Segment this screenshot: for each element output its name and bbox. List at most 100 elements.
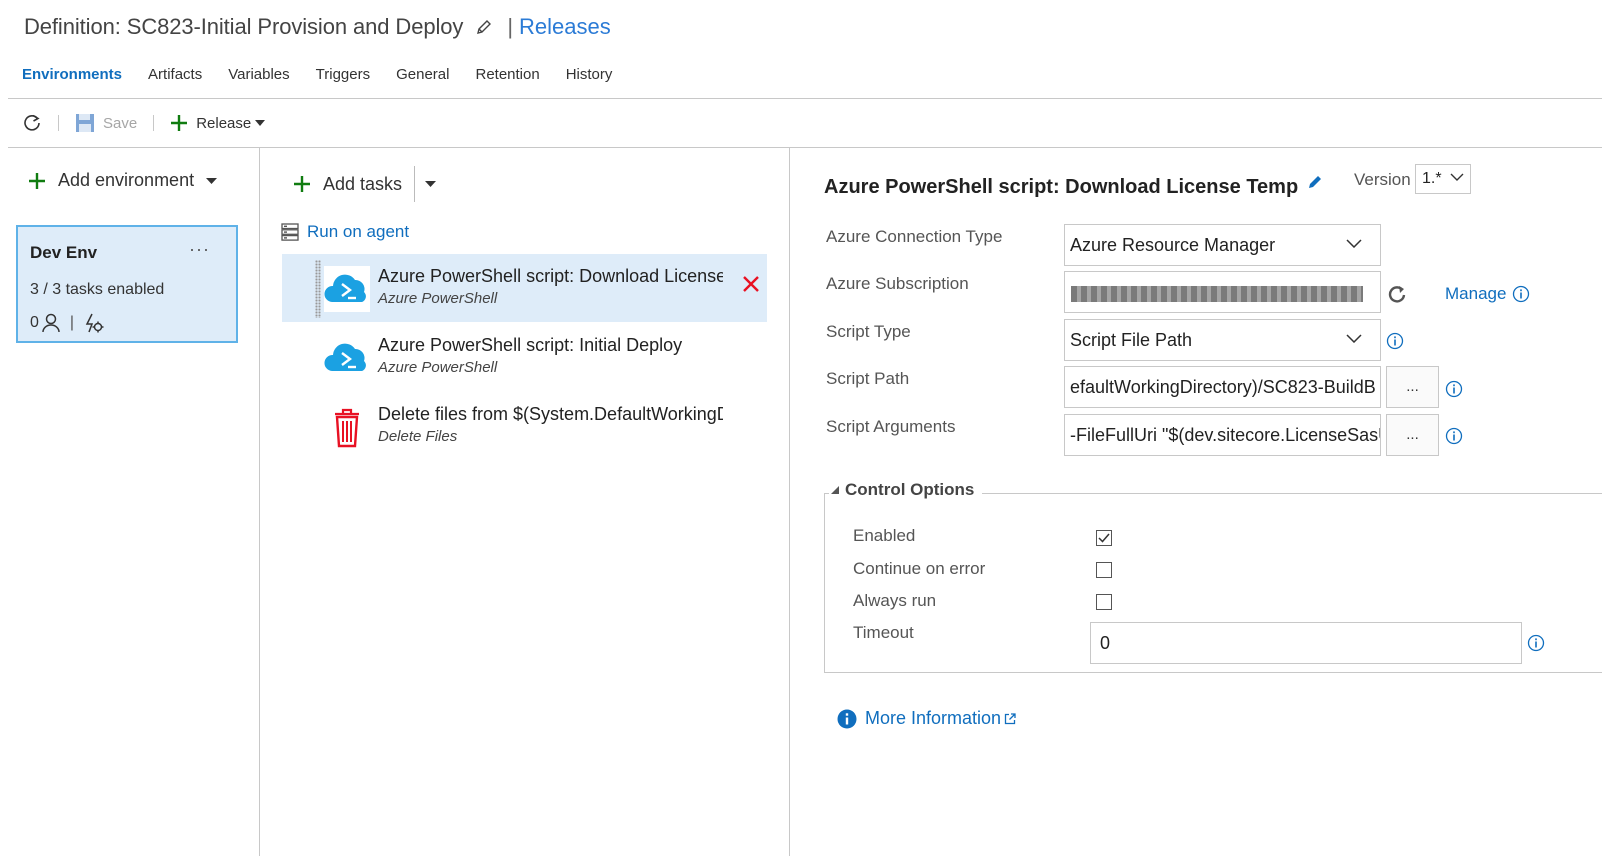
toolbar-separator [58, 115, 59, 131]
add-tasks-separator [414, 166, 416, 202]
environment-name: Dev Env [30, 243, 98, 262]
server-icon [281, 223, 299, 241]
plus-icon [171, 115, 188, 131]
always-run-checkbox[interactable] [1096, 594, 1112, 610]
script-arguments-value: -FileFullUri "$(dev.sitecore.LicenseSasU [1070, 425, 1381, 445]
connection-type-select[interactable]: Azure Resource Manager [1064, 224, 1381, 266]
add-environment-label: Add environment [58, 170, 195, 190]
task-item[interactable]: Azure PowerShell script: Initial Deploy … [282, 323, 767, 391]
plus-icon [294, 176, 310, 192]
azure-powershell-icon [324, 266, 370, 312]
tab-environments[interactable]: Environments [22, 66, 122, 83]
definition-header: Definition: SC823-Initial Provision and … [24, 12, 611, 42]
approvers-count: 0 [30, 314, 39, 331]
control-options-title: Control Options [845, 480, 975, 499]
refresh-button[interactable] [22, 113, 42, 133]
info-icon[interactable] [1386, 332, 1404, 350]
releases-link[interactable]: Releases [519, 14, 611, 40]
add-tasks-button[interactable]: Add tasks [293, 166, 437, 202]
continue-on-error-label: Continue on error [853, 559, 986, 578]
connection-type-label: Azure Connection Type [826, 227, 1003, 246]
definition-title: Definition: SC823-Initial Provision and … [24, 14, 464, 39]
rename-pencil-icon[interactable] [475, 18, 493, 36]
tab-general[interactable]: General [396, 66, 449, 83]
caret-down-icon [206, 177, 218, 184]
run-on-agent-label: Run on agent [307, 222, 410, 241]
save-label: Save [103, 114, 138, 132]
release-label: Release [196, 114, 252, 132]
checkmark-icon [1098, 533, 1110, 543]
task-type: Azure PowerShell [378, 359, 498, 376]
task-type: Delete Files [378, 428, 458, 445]
script-type-select[interactable]: Script File Path [1064, 319, 1381, 361]
environment-menu-icon[interactable]: ··· [189, 239, 210, 260]
environments-panel: Add environment Dev Env ··· 3 / 3 tasks … [8, 148, 260, 856]
always-run-label: Always run [853, 591, 937, 610]
timeout-label: Timeout [853, 623, 914, 642]
manage-label: Manage [1445, 284, 1507, 303]
tab-variables[interactable]: Variables [228, 66, 289, 83]
version-select[interactable]: 1.* [1415, 164, 1471, 194]
toolbar: Save Release [22, 108, 266, 138]
tab-history[interactable]: History [566, 66, 613, 83]
deployment-conditions-icon[interactable] [84, 313, 104, 333]
script-path-input[interactable]: efaultWorkingDirectory)/SC823-BuildB [1064, 366, 1381, 408]
enabled-label: Enabled [853, 526, 916, 545]
task-item[interactable]: Azure PowerShell script: Download Licens… [282, 254, 767, 322]
task-item[interactable]: Delete files from $(System.DefaultWorkin… [282, 392, 767, 460]
refresh-icon [24, 114, 40, 131]
collapse-triangle-icon [831, 486, 839, 494]
caret-down-icon [255, 120, 266, 126]
task-name: Delete files from $(System.DefaultWorkin… [378, 404, 723, 424]
subscription-select[interactable] [1064, 271, 1381, 313]
tab-triggers[interactable]: Triggers [316, 66, 370, 83]
task-name: Azure PowerShell script: Download Licens… [378, 266, 723, 286]
drag-handle[interactable] [315, 260, 321, 318]
task-detail-title-row: Azure PowerShell script: Download Licens… [824, 173, 1324, 199]
refresh-icon[interactable] [1387, 284, 1407, 304]
edit-title-icon[interactable] [1306, 173, 1324, 191]
environment-card-dev-env[interactable]: Dev Env ··· 3 / 3 tasks enabled 0 | [16, 225, 238, 343]
redacted-subscription [1071, 286, 1363, 302]
enabled-checkbox[interactable] [1096, 530, 1112, 546]
release-button[interactable]: Release [170, 114, 266, 132]
plus-icon [29, 172, 45, 189]
more-information-link[interactable]: More Information [837, 708, 1016, 729]
control-options-toggle[interactable]: Control Options [829, 480, 983, 500]
script-arguments-input[interactable]: -FileFullUri "$(dev.sitecore.LicenseSasU [1064, 414, 1381, 456]
chevron-down-icon [1450, 173, 1464, 181]
edit-script-arguments-button[interactable]: ... [1386, 414, 1439, 456]
info-icon[interactable] [1527, 634, 1545, 652]
timeout-input[interactable]: 0 [1090, 622, 1522, 664]
add-environment-button[interactable]: Add environment [28, 170, 218, 191]
script-type-value: Script File Path [1070, 330, 1193, 350]
info-icon[interactable] [1512, 285, 1530, 303]
task-detail-panel: Azure PowerShell script: Download Licens… [791, 148, 1602, 856]
footer-separator: | [69, 314, 75, 331]
chevron-down-icon [1346, 334, 1362, 343]
manage-link[interactable]: Manage [1445, 284, 1530, 304]
more-information-label: More Information [865, 708, 1002, 728]
tab-artifacts[interactable]: Artifacts [148, 66, 202, 83]
connection-type-value: Azure Resource Manager [1070, 235, 1276, 255]
remove-task-icon[interactable] [743, 276, 759, 292]
info-filled-icon [837, 709, 857, 728]
task-detail-title: Azure PowerShell script: Download Licens… [824, 176, 1299, 198]
user-icon[interactable] [42, 313, 60, 333]
info-icon[interactable] [1445, 427, 1463, 445]
info-icon[interactable] [1445, 380, 1463, 398]
environment-tasks-status: 3 / 3 tasks enabled [30, 281, 165, 298]
caret-down-icon[interactable] [425, 181, 437, 187]
script-type-label: Script Type [826, 322, 911, 341]
environment-footer: 0 | [30, 313, 104, 333]
continue-on-error-checkbox[interactable] [1096, 562, 1112, 578]
subscription-label: Azure Subscription [826, 274, 969, 293]
run-on-agent-phase[interactable]: Run on agent [281, 222, 409, 242]
save-button[interactable]: Save [75, 113, 137, 133]
script-arguments-label: Script Arguments [826, 417, 956, 436]
browse-script-path-button[interactable]: ... [1386, 366, 1439, 408]
trash-icon [335, 408, 359, 448]
script-path-value: efaultWorkingDirectory)/SC823-BuildB [1065, 377, 1376, 397]
tab-retention[interactable]: Retention [475, 66, 539, 83]
version-value: 1.* [1422, 170, 1442, 187]
